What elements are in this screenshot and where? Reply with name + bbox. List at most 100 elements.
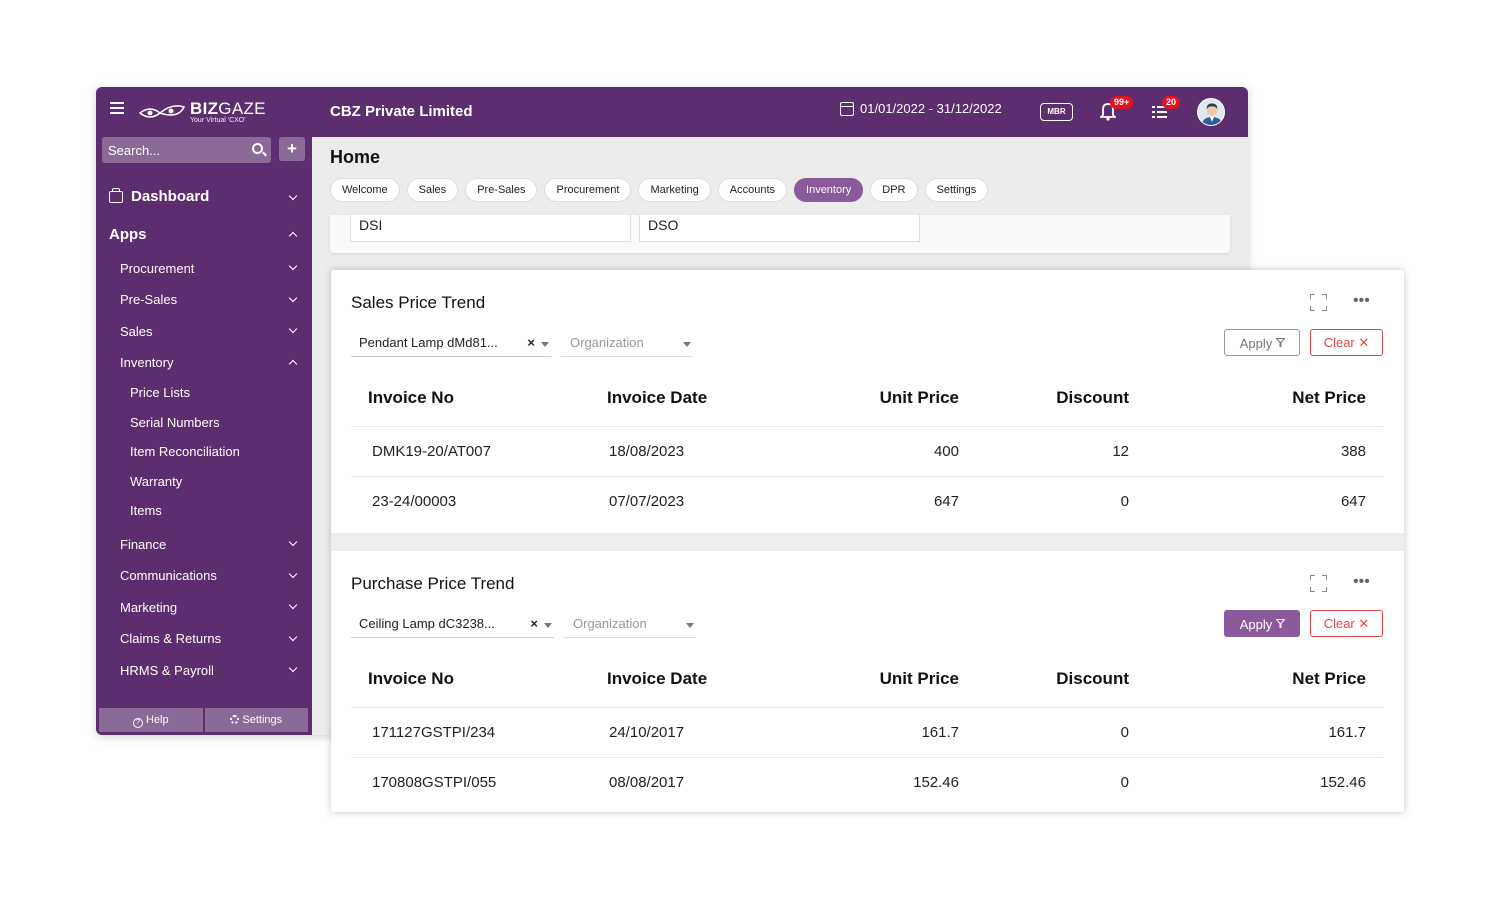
sidebar-item-inventory[interactable]: Inventory bbox=[120, 355, 173, 370]
tab-pre-sales[interactable]: Pre-Sales bbox=[465, 178, 538, 202]
sidebar-item-dashboard[interactable]: Dashboard bbox=[109, 187, 209, 205]
column-header-unit-price[interactable]: Unit Price bbox=[817, 651, 959, 708]
search-input[interactable] bbox=[102, 137, 242, 163]
sidebar-subitem-items[interactable]: Items bbox=[130, 503, 162, 518]
kpi-strip: DSI DSO bbox=[330, 215, 1230, 253]
sidebar-subitem-warranty[interactable]: Warranty bbox=[130, 474, 182, 489]
kpi-dsi[interactable]: DSI bbox=[350, 215, 631, 242]
sidebar-subitem-price-lists[interactable]: Price Lists bbox=[130, 385, 190, 400]
chevron-up-icon[interactable] bbox=[288, 359, 298, 369]
more-options-icon[interactable]: ••• bbox=[1353, 574, 1370, 590]
column-header-invoice-no[interactable]: Invoice No bbox=[351, 651, 607, 708]
sidebar-item-communications[interactable]: Communications bbox=[120, 568, 217, 583]
help-icon: ? bbox=[132, 718, 143, 728]
tab-marketing[interactable]: Marketing bbox=[638, 178, 711, 202]
tab-inventory[interactable]: Inventory bbox=[794, 178, 864, 202]
column-header-discount[interactable]: Discount bbox=[959, 370, 1129, 427]
gear-icon bbox=[230, 715, 240, 724]
table-row[interactable]: 171127GSTPI/234 24/10/2017 161.7 0 161.7 bbox=[351, 707, 1383, 758]
organization-filter-select[interactable]: Organization bbox=[564, 612, 696, 638]
tab-settings[interactable]: Settings bbox=[924, 178, 989, 202]
clear-button[interactable]: Clear ✕ bbox=[1310, 329, 1383, 356]
help-button[interactable]: ? Help bbox=[99, 708, 203, 732]
clear-selection-icon[interactable]: × bbox=[530, 612, 538, 636]
table-row[interactable]: DMK19-20/AT007 18/08/2023 400 12 388 bbox=[351, 426, 1383, 477]
sidebar-item-marketing[interactable]: Marketing bbox=[120, 600, 177, 615]
column-header-invoice-date[interactable]: Invoice Date bbox=[607, 370, 817, 427]
company-name[interactable]: CBZ Private Limited bbox=[330, 103, 473, 120]
dashboard-tabs: Welcome Sales Pre-Sales Procurement Mark… bbox=[330, 178, 989, 202]
cell-invoice-no: 170808GSTPI/055 bbox=[372, 773, 497, 791]
chevron-down-icon[interactable] bbox=[288, 293, 298, 303]
cell-unit-price: 647 bbox=[933, 492, 959, 510]
sidebar-subitem-serial-numbers[interactable]: Serial Numbers bbox=[130, 415, 220, 430]
column-header-invoice-no[interactable]: Invoice No bbox=[351, 370, 607, 427]
cell-invoice-date: 08/08/2017 bbox=[609, 773, 685, 791]
chevron-down-icon[interactable] bbox=[288, 600, 298, 610]
expand-icon[interactable] bbox=[1310, 294, 1327, 311]
chevron-down-icon[interactable] bbox=[288, 663, 298, 673]
apply-button[interactable]: Apply bbox=[1224, 610, 1300, 637]
sidebar-item-apps[interactable]: Apps bbox=[109, 226, 147, 243]
tab-dpr[interactable]: DPR bbox=[870, 178, 918, 202]
date-range-picker[interactable]: 01/01/2022 - 31/12/2022 bbox=[840, 101, 1002, 116]
tab-sales[interactable]: Sales bbox=[406, 178, 459, 202]
sidebar-subitem-item-reconciliation[interactable]: Item Reconciliation bbox=[130, 444, 240, 459]
cell-invoice-no: 171127GSTPI/234 bbox=[351, 707, 607, 758]
organization-placeholder: Organization bbox=[570, 335, 644, 350]
chevron-down-icon[interactable] bbox=[288, 261, 298, 271]
sidebar-item-procurement[interactable]: Procurement bbox=[120, 261, 194, 276]
cell-invoice-date: 24/10/2017 bbox=[607, 707, 817, 758]
item-filter-select[interactable]: Pendant Lamp dMd81... × bbox=[351, 331, 551, 357]
add-button[interactable]: + bbox=[279, 137, 305, 161]
settings-button[interactable]: Settings bbox=[204, 708, 308, 732]
clear-selection-icon[interactable]: × bbox=[527, 331, 535, 355]
search-icon[interactable] bbox=[252, 143, 263, 154]
clear-button[interactable]: Clear ✕ bbox=[1310, 610, 1383, 637]
table-row[interactable]: 170808GSTPI/055 08/08/2017 152.46 0 152.… bbox=[351, 757, 1383, 807]
tab-welcome[interactable]: Welcome bbox=[330, 178, 400, 202]
chevron-down-icon bbox=[683, 342, 691, 347]
filter-icon bbox=[1275, 330, 1286, 347]
sidebar-item-pre-sales[interactable]: Pre-Sales bbox=[120, 292, 177, 307]
column-header-net-price[interactable]: Net Price bbox=[1129, 651, 1383, 708]
apply-button[interactable]: Apply bbox=[1224, 329, 1300, 356]
more-options-icon[interactable]: ••• bbox=[1353, 293, 1370, 309]
chevron-down-icon[interactable] bbox=[288, 569, 298, 579]
column-header-discount[interactable]: Discount bbox=[959, 651, 1129, 708]
organization-placeholder: Organization bbox=[573, 616, 647, 631]
kpi-dso[interactable]: DSO bbox=[639, 215, 920, 242]
cell-net-price: 161.7 bbox=[1129, 707, 1383, 758]
chevron-down-icon[interactable] bbox=[541, 342, 549, 347]
brand-tagline: Your Virtual 'CXO' bbox=[190, 117, 246, 124]
brand-logo[interactable]: BIZGAZE Your Virtual 'CXO' bbox=[138, 99, 278, 127]
organization-filter-select[interactable]: Organization bbox=[561, 331, 693, 357]
tab-procurement[interactable]: Procurement bbox=[544, 178, 632, 202]
sidebar-item-claims-returns[interactable]: Claims & Returns bbox=[120, 631, 221, 646]
item-filter-value: Ceiling Lamp dC3238... bbox=[359, 616, 495, 631]
table-row[interactable]: 23-24/00003 07/07/2023 647 0 647 bbox=[351, 476, 1383, 526]
column-header-net-price[interactable]: Net Price bbox=[1129, 370, 1383, 427]
column-header-unit-price[interactable]: Unit Price bbox=[817, 370, 959, 427]
sidebar-item-finance[interactable]: Finance bbox=[120, 537, 166, 552]
mbr-button[interactable]: MBR bbox=[1040, 103, 1073, 121]
cell-unit-price: 161.7 bbox=[817, 707, 959, 758]
chevron-down-icon[interactable] bbox=[288, 191, 298, 201]
chevron-up-icon[interactable] bbox=[288, 231, 298, 241]
cell-unit-price: 400 bbox=[817, 426, 959, 477]
item-filter-select[interactable]: Ceiling Lamp dC3238... × bbox=[351, 612, 554, 638]
page-title: Home bbox=[330, 147, 381, 167]
chevron-down-icon[interactable] bbox=[288, 537, 298, 547]
sales-price-table: Invoice No Invoice Date Unit Price Disco… bbox=[351, 370, 1383, 526]
menu-icon[interactable] bbox=[110, 102, 124, 114]
expand-icon[interactable] bbox=[1310, 575, 1327, 592]
sidebar-item-sales[interactable]: Sales bbox=[120, 324, 153, 339]
chevron-down-icon[interactable] bbox=[544, 623, 552, 628]
user-avatar[interactable] bbox=[1197, 98, 1225, 126]
tab-accounts[interactable]: Accounts bbox=[717, 178, 788, 202]
column-header-invoice-date[interactable]: Invoice Date bbox=[607, 651, 817, 708]
sidebar-item-hrms-payroll[interactable]: HRMS & Payroll bbox=[120, 663, 214, 678]
chevron-down-icon[interactable] bbox=[288, 324, 298, 334]
chevron-down-icon[interactable] bbox=[288, 632, 298, 642]
sidebar-footer: ? Help Settings bbox=[99, 708, 308, 732]
